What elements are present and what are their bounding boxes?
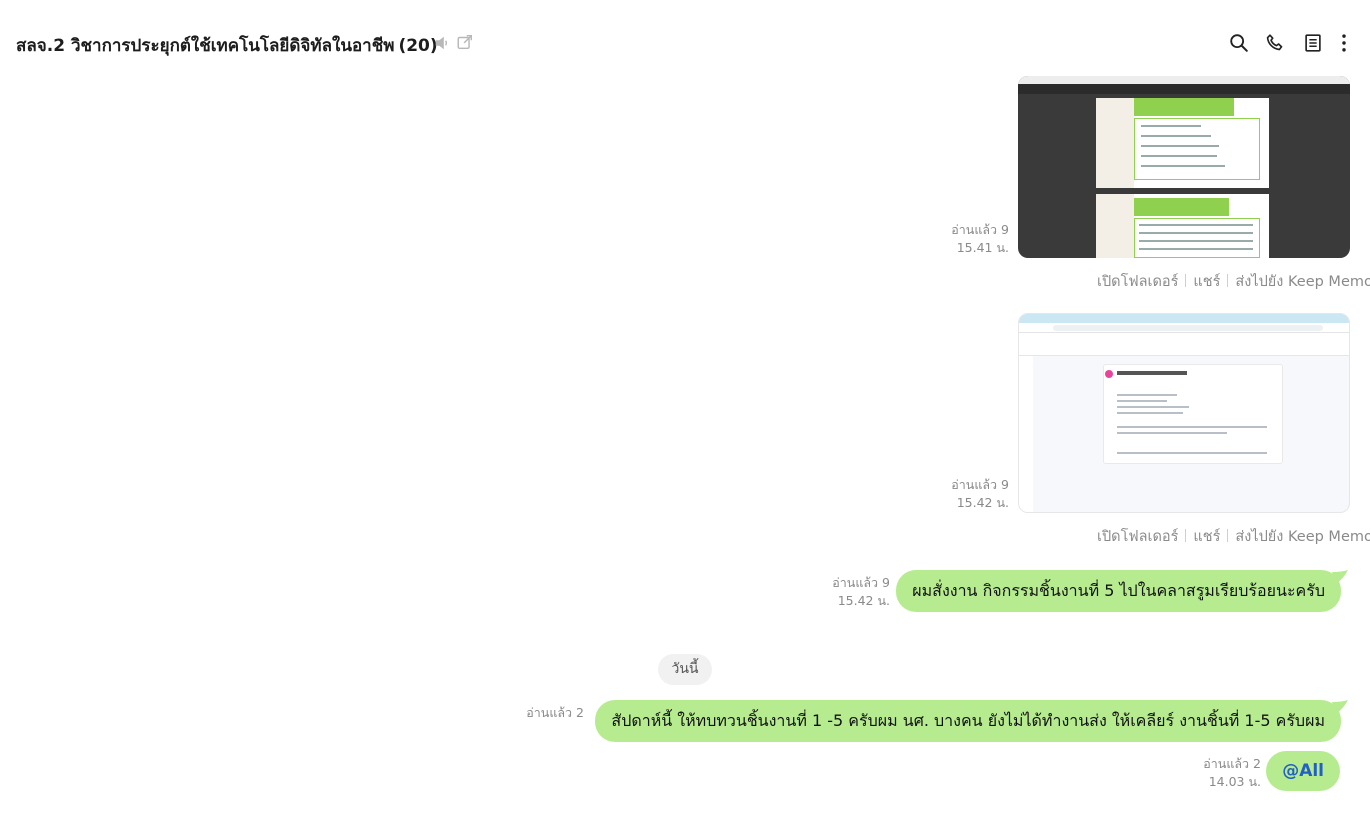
read-receipt: อ่านแล้ว 9 xyxy=(951,477,1009,492)
image-actions: เปิดโฟลเดอร์ แชร์ ส่งไปยัง Keep Memo xyxy=(1097,270,1370,293)
image-message[interactable] xyxy=(1018,313,1350,513)
image-message[interactable] xyxy=(1018,76,1350,258)
message-bubble[interactable]: ผมสั่งงาน กิจกรรมชิ้นงานที่ 5 ไปในคลาสรู… xyxy=(896,570,1348,612)
read-receipt: อ่านแล้ว 9 xyxy=(951,222,1009,237)
message-text: ผมสั่งงาน กิจกรรมชิ้นงานที่ 5 ไปในคลาสรู… xyxy=(912,581,1325,600)
assignment-line xyxy=(1117,394,1177,396)
slide-line xyxy=(1141,125,1201,127)
slide-header-bar xyxy=(1134,98,1234,116)
bubble-tail xyxy=(1332,700,1348,714)
slide-photo xyxy=(1096,98,1134,188)
slide-line xyxy=(1141,165,1225,167)
divider xyxy=(1185,274,1187,287)
external-window-icon[interactable] xyxy=(456,33,474,51)
share-link[interactable]: แชร์ xyxy=(1193,529,1220,545)
slide-line xyxy=(1141,155,1217,157)
slide-text-box xyxy=(1134,218,1260,258)
chat-header: สลจ.2 วิชาการประยุกต์ใช้เทคโนโลยีดิจิทัล… xyxy=(0,0,1370,86)
comment-field xyxy=(1117,452,1267,454)
slide-line xyxy=(1139,248,1253,250)
assignment-line xyxy=(1117,412,1183,414)
assignment-line xyxy=(1117,426,1267,428)
timestamp: 15.42 น. xyxy=(837,593,890,608)
screenshot-toolbar xyxy=(1018,84,1350,94)
mute-icon[interactable] xyxy=(433,34,451,52)
screenshot-app-header xyxy=(1019,340,1349,356)
slide-header-bar xyxy=(1134,198,1229,216)
divider xyxy=(1227,529,1229,542)
assignment-line xyxy=(1117,400,1167,402)
chat-title-text: สลจ.2 วิชาการประยุกต์ใช้เทคโนโลยีดิจิทัล… xyxy=(16,36,395,56)
message-bubble[interactable]: @All xyxy=(1266,751,1340,791)
message-text: สัปดาห์นี้ ให้ทบทวนชิ้นงานที่ 1 -5 ครับผ… xyxy=(611,711,1325,730)
slide-list-box xyxy=(1134,118,1260,180)
slide-photo xyxy=(1096,194,1134,258)
slide-page xyxy=(1096,194,1269,258)
keep-memo-link[interactable]: ส่งไปยัง Keep Memo xyxy=(1235,529,1370,545)
slide-line xyxy=(1139,224,1253,226)
message-bubble[interactable]: สัปดาห์นี้ ให้ทบทวนชิ้นงานที่ 1 -5 ครับผ… xyxy=(595,700,1348,742)
timestamp: 15.42 น. xyxy=(956,495,1009,510)
assignment-line xyxy=(1117,406,1189,408)
bubble-tail xyxy=(1332,570,1348,584)
screenshot-tabbar xyxy=(1018,76,1350,84)
chat-title: สลจ.2 วิชาการประยุกต์ใช้เทคโนโลยีดิจิทัล… xyxy=(16,32,438,59)
slide-line xyxy=(1139,232,1253,234)
message-meta: อ่านแล้ว 9 15.41 น. xyxy=(951,221,1009,257)
more-vertical-icon[interactable] xyxy=(1333,32,1355,54)
open-folder-link[interactable]: เปิดโฟลเดอร์ xyxy=(1097,274,1178,290)
read-receipt: อ่านแล้ว 2 xyxy=(1203,756,1261,771)
divider xyxy=(1227,274,1229,287)
open-folder-link[interactable]: เปิดโฟลเดอร์ xyxy=(1097,529,1178,545)
divider xyxy=(1185,529,1187,542)
timestamp: 14.03 น. xyxy=(1208,774,1261,789)
slide-page xyxy=(1096,98,1269,188)
message-meta: อ่านแล้ว 9 15.42 น. xyxy=(951,476,1009,512)
assignment-title-line xyxy=(1117,371,1187,375)
slide-line xyxy=(1141,145,1219,147)
screenshot-bookmarks xyxy=(1019,333,1349,340)
note-icon[interactable] xyxy=(1302,32,1324,54)
assignment-icon xyxy=(1105,370,1113,378)
search-icon[interactable] xyxy=(1228,32,1250,54)
slide-line xyxy=(1139,240,1253,242)
slide-line xyxy=(1141,135,1211,137)
phone-icon[interactable] xyxy=(1264,32,1286,54)
member-count: (20) xyxy=(398,36,438,56)
mention-all[interactable]: @All xyxy=(1282,761,1324,781)
screenshot-url-field xyxy=(1053,325,1323,331)
read-receipt: อ่านแล้ว 9 xyxy=(832,575,890,590)
message-meta: อ่านแล้ว 2 14.03 น. xyxy=(1203,755,1261,791)
screenshot-sidebar xyxy=(1019,356,1033,512)
screenshot-assignment-card xyxy=(1103,364,1283,464)
screenshot-tabbar xyxy=(1019,314,1349,323)
day-separator: วันนี้ xyxy=(658,654,712,685)
read-receipt: อ่านแล้ว 2 xyxy=(526,705,584,720)
keep-memo-link[interactable]: ส่งไปยัง Keep Memo xyxy=(1235,274,1370,290)
message-meta: อ่านแล้ว 2 xyxy=(526,704,584,722)
timestamp: 15.41 น. xyxy=(956,240,1009,255)
image-actions: เปิดโฟลเดอร์ แชร์ ส่งไปยัง Keep Memo xyxy=(1097,525,1370,548)
share-link[interactable]: แชร์ xyxy=(1193,274,1220,290)
assignment-line xyxy=(1117,432,1227,434)
message-meta: อ่านแล้ว 9 15.42 น. xyxy=(832,574,890,610)
